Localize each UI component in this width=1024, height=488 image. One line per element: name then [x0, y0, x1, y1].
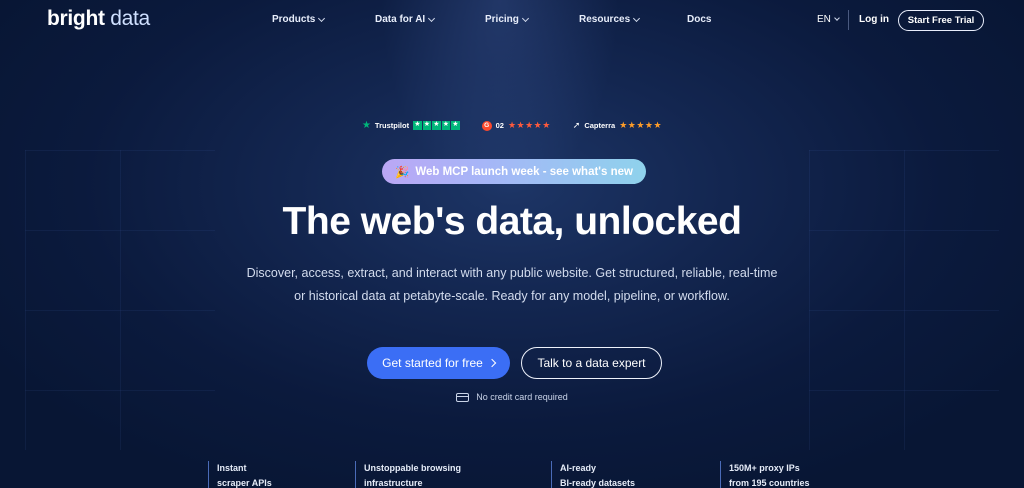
g2-logo-icon: G [481, 120, 492, 131]
capterra-stars: ★★★★★ [619, 120, 663, 130]
chevron-right-icon [487, 358, 497, 368]
no-credit-card-note: No credit card required [0, 392, 1024, 402]
feature-line-1: 150M+ proxy IPs [729, 463, 800, 473]
background-grid-left [25, 150, 215, 450]
no-credit-card-label: No credit card required [476, 392, 568, 402]
hero-subtitle: Discover, access, extract, and interact … [212, 262, 812, 308]
mcp-launch-banner[interactable]: 🎉 Web MCP launch week - see what's new [382, 159, 646, 184]
nav-item-docs[interactable]: Docs [687, 14, 711, 25]
login-link[interactable]: Log in [859, 14, 889, 25]
nav-item-products[interactable]: Products [272, 14, 326, 25]
hero-subtitle-line-1: Discover, access, extract, and interact … [246, 266, 778, 280]
get-started-button[interactable]: Get started for free [367, 347, 510, 379]
top-nav: bright data Products Data for AI Pricing… [0, 0, 1024, 42]
hero-subtitle-line-2: or historical data at petabyte-scale. Re… [294, 289, 730, 303]
chevron-down-icon [318, 14, 326, 22]
nav-item-label: Products [272, 14, 316, 25]
nav-item-pricing[interactable]: Pricing [485, 14, 529, 25]
logo-text-light: data [110, 7, 150, 30]
nav-item-label: Data for AI [375, 14, 426, 25]
talk-to-expert-button[interactable]: Talk to a data expert [521, 347, 662, 379]
trustpilot-star-icon: ★ [361, 120, 371, 131]
feature-line-1: Instant [217, 463, 247, 473]
trustpilot-stars: ★ ★ ★ ★ ★ [413, 121, 460, 130]
nav-divider [848, 10, 849, 30]
chevron-down-icon [428, 14, 436, 22]
hero-title: The web's data, unlocked [282, 200, 742, 243]
chevron-down-icon [834, 15, 840, 21]
feature-item-datasets[interactable]: AI-ready BI-ready datasets [551, 461, 635, 488]
nav-item-label: Pricing [485, 14, 519, 25]
logo-text-bold: bright [47, 7, 105, 30]
language-label: EN [817, 14, 831, 25]
capterra-rating[interactable]: ➚ Capterra ★★★★★ [573, 120, 662, 131]
capterra-logo-icon: ➚ [572, 120, 581, 130]
nav-item-label: Resources [579, 14, 631, 25]
banner-label: Web MCP launch week - see what's new [415, 165, 633, 178]
feature-line-2: infrastructure [364, 478, 423, 488]
nav-item-label: Docs [687, 14, 712, 25]
capterra-label: Capterra [584, 121, 616, 130]
get-started-label: Get started for free [382, 356, 483, 370]
feature-line-2: scraper APIs [217, 478, 272, 488]
chevron-down-icon [521, 14, 529, 22]
trustpilot-rating[interactable]: ★ Trustpilot ★ ★ ★ ★ ★ [362, 120, 460, 131]
feature-line-2: from 195 countries [729, 478, 810, 488]
nav-item-resources[interactable]: Resources [579, 14, 641, 25]
g2-stars: ★★★★★ [507, 120, 551, 130]
g2-rating[interactable]: G 02 ★★★★★ [481, 120, 551, 131]
ratings-row: ★ Trustpilot ★ ★ ★ ★ ★ G 02 ★★★★★ ➚ Capterra… [0, 120, 1024, 131]
feature-item-scraper-apis[interactable]: Instant scraper APIs [208, 461, 272, 488]
trustpilot-label: Trustpilot [374, 121, 410, 130]
feature-line-1: Unstoppable browsing [364, 463, 462, 473]
nav-item-data-for-ai[interactable]: Data for AI [375, 14, 436, 25]
chevron-down-icon [633, 14, 641, 22]
start-free-trial-button[interactable]: Start Free Trial [898, 10, 984, 31]
background-grid-right [809, 150, 999, 450]
party-popper-icon: 🎉 [394, 166, 410, 179]
feature-line-2: BI-ready datasets [560, 478, 636, 488]
language-selector[interactable]: EN [817, 14, 840, 25]
feature-item-browsing[interactable]: Unstoppable browsing infrastructure [355, 461, 461, 488]
brand-logo[interactable]: bright data [47, 7, 150, 31]
credit-card-icon [456, 392, 470, 402]
feature-line-1: AI-ready [560, 463, 597, 473]
g2-label: 02 [495, 121, 504, 130]
feature-item-proxy-ips[interactable]: 150M+ proxy IPs from 195 countries [720, 461, 810, 488]
